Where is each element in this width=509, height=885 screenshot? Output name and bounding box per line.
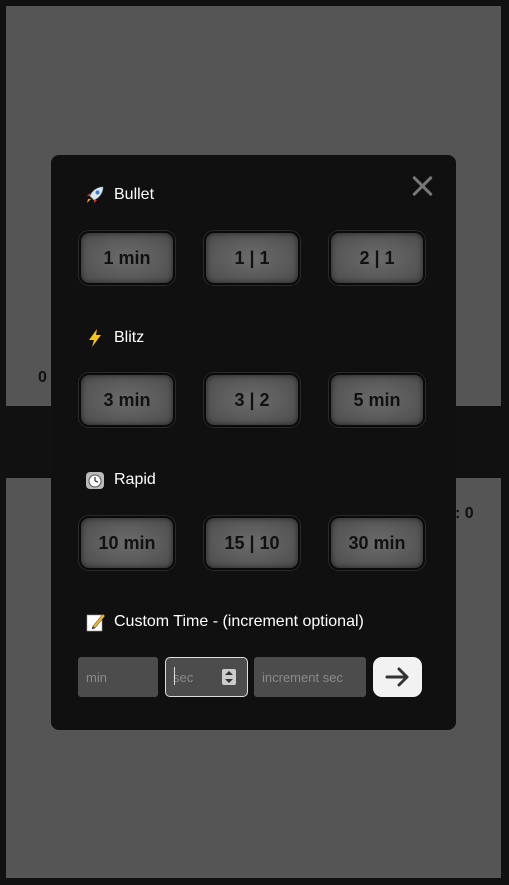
custom-min-input[interactable] <box>78 657 158 697</box>
custom-increment-input[interactable] <box>254 657 366 697</box>
time-option-3-2[interactable]: 3 | 2 <box>204 373 300 427</box>
time-option-15-10[interactable]: 15 | 10 <box>204 516 300 570</box>
time-option-1-min[interactable]: 1 min <box>79 231 175 285</box>
submit-custom-time-button[interactable] <box>373 657 422 697</box>
rocket-icon <box>84 184 106 206</box>
lightning-icon <box>84 327 106 349</box>
section-title-blitz: Blitz <box>84 327 144 349</box>
score-left: 0 <box>38 369 47 386</box>
number-spinner-icon[interactable] <box>222 669 236 685</box>
time-control-modal: Bullet 1 min 1 | 1 2 | 1 Blitz 3 min 3 |… <box>51 155 456 730</box>
time-option-30-min[interactable]: 30 min <box>329 516 425 570</box>
section-title-label: Custom Time - (increment optional) <box>114 613 364 630</box>
section-title-label: Rapid <box>114 471 156 488</box>
memo-pencil-icon <box>84 611 106 633</box>
score-right: : 0 <box>455 505 474 522</box>
time-option-5-min[interactable]: 5 min <box>329 373 425 427</box>
text-caret <box>174 667 175 685</box>
section-title-rapid: Rapid <box>84 469 156 491</box>
clock-icon <box>84 469 106 491</box>
close-icon[interactable] <box>410 173 436 199</box>
section-title-custom: Custom Time - (increment optional) <box>84 611 364 633</box>
section-title-label: Bullet <box>114 186 155 203</box>
time-option-10-min[interactable]: 10 min <box>79 516 175 570</box>
section-title-label: Blitz <box>114 329 145 346</box>
arrow-right-icon <box>385 667 408 687</box>
time-option-1-1[interactable]: 1 | 1 <box>204 231 300 285</box>
time-option-2-1[interactable]: 2 | 1 <box>329 231 425 285</box>
section-title-bullet: Bullet <box>84 184 154 206</box>
time-option-3-min[interactable]: 3 min <box>79 373 175 427</box>
